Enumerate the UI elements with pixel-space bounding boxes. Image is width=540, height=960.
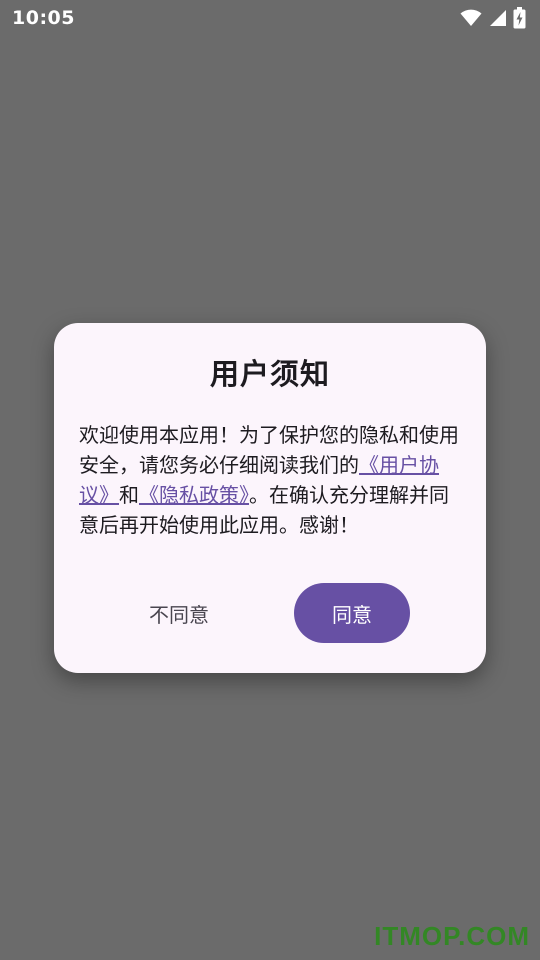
wifi-icon <box>460 9 482 27</box>
disagree-button[interactable]: 不同意 <box>126 584 232 642</box>
battery-charging-icon <box>513 7 526 29</box>
body-text-and: 和 <box>119 483 139 507</box>
status-icons <box>460 7 526 29</box>
dialog-body: 欢迎使用本应用！为了保护您的隐私和使用安全，请您务必仔细阅读我们的《用户协议》和… <box>79 420 465 540</box>
privacy-policy-link[interactable]: 《隐私政策》 <box>139 483 249 507</box>
cellular-signal-icon <box>488 9 507 27</box>
user-notice-dialog: 用户须知 欢迎使用本应用！为了保护您的隐私和使用安全，请您务必仔细阅读我们的《用… <box>54 323 486 673</box>
screen: 10:05 用户须知 欢迎使用本应用！为了保护您的隐私和使用安全，请您务必仔细阅… <box>0 0 540 960</box>
dialog-title: 用户须知 <box>209 357 330 391</box>
status-time: 10:05 <box>12 7 75 29</box>
status-bar: 10:05 <box>0 0 540 36</box>
watermark: ITMOP.COM <box>374 921 530 951</box>
agree-button[interactable]: 同意 <box>294 583 410 643</box>
